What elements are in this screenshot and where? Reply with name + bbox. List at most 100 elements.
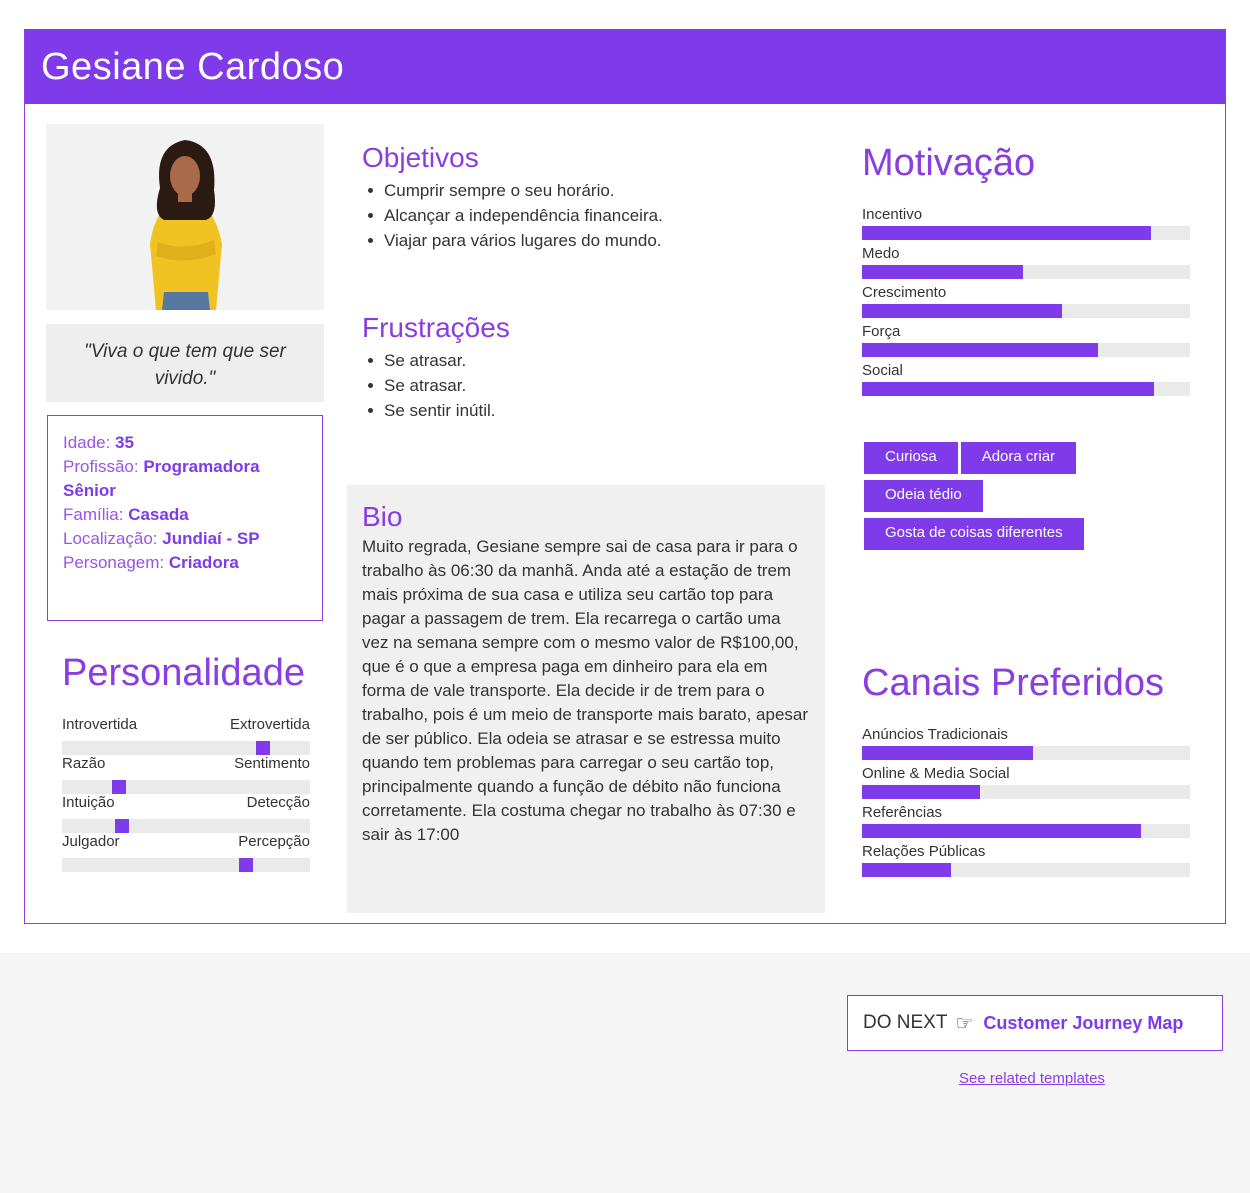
thumbs-up-icon: ☞ bbox=[955, 1012, 974, 1035]
info-age: Idade: 35 bbox=[63, 431, 307, 455]
motivation-bar: Medo bbox=[862, 245, 1190, 279]
list-item: Se atrasar. bbox=[362, 348, 496, 373]
info-archetype: Personagem: Criadora bbox=[63, 551, 307, 575]
bar-fill bbox=[862, 304, 1063, 318]
trait-left-label: Intuição bbox=[62, 794, 115, 811]
bar-label: Medo bbox=[862, 245, 900, 262]
portrait-image bbox=[46, 124, 324, 310]
persona-quote: "Viva o que tem que ser vivido." bbox=[46, 324, 324, 402]
bar-track bbox=[862, 746, 1190, 760]
info-family: Família: Casada bbox=[63, 503, 307, 527]
bar-label: Anúncios Tradicionais bbox=[862, 726, 1008, 743]
persona-info-box: Idade: 35 Profissão: Programadora Sênior… bbox=[47, 415, 323, 621]
bar-fill bbox=[862, 382, 1154, 396]
bar-track bbox=[862, 863, 1190, 877]
info-label: Idade: bbox=[63, 433, 111, 452]
bar-label: Referências bbox=[862, 804, 943, 821]
bar-fill bbox=[862, 863, 951, 877]
motivation-bar: Força bbox=[862, 323, 1190, 357]
bar-label: Incentivo bbox=[862, 206, 923, 223]
list-item: Cumprir sempre o seu horário. bbox=[362, 178, 663, 203]
info-label: Família: bbox=[63, 505, 124, 524]
related-templates-link[interactable]: See related templates bbox=[959, 1070, 1105, 1087]
goals-list: Cumprir sempre o seu horário. Alcançar a… bbox=[362, 178, 663, 253]
info-value: Jundiaí - SP bbox=[162, 529, 260, 548]
tag: Odeia tédio bbox=[864, 480, 983, 512]
motivation-bar: Social bbox=[862, 362, 1190, 396]
trait-left-label: Julgador bbox=[62, 833, 120, 850]
list-item: Se sentir inútil. bbox=[362, 398, 496, 423]
persona-name: Gesiane Cardoso bbox=[41, 46, 345, 88]
bar-fill bbox=[862, 226, 1151, 240]
customer-journey-map-link[interactable]: Customer Journey Map bbox=[983, 1013, 1183, 1034]
bar-label: Online & Media Social bbox=[862, 765, 1010, 782]
trait-track bbox=[62, 858, 310, 872]
trait-marker bbox=[112, 780, 127, 794]
tag: Curiosa bbox=[864, 442, 958, 474]
trait-right-label: Sentimento bbox=[234, 755, 310, 772]
bar-fill bbox=[862, 746, 1033, 760]
do-next-button[interactable]: DO NEXT ☞ Customer Journey Map bbox=[847, 995, 1223, 1051]
personality-title: Personalidade bbox=[62, 652, 305, 694]
channel-bar: Online & Media Social bbox=[862, 765, 1190, 799]
bio-title: Bio bbox=[362, 501, 403, 532]
channel-bar: Anúncios Tradicionais bbox=[862, 726, 1190, 760]
info-value: 35 bbox=[115, 433, 134, 452]
bar-fill bbox=[862, 265, 1023, 279]
list-item: Viajar para vários lugares do mundo. bbox=[362, 228, 663, 253]
bar-label: Crescimento bbox=[862, 284, 947, 301]
motivation-title: Motivação bbox=[862, 142, 1036, 184]
trait-left-label: Razão bbox=[62, 755, 106, 772]
info-value: Casada bbox=[128, 505, 189, 524]
trait-track bbox=[62, 741, 310, 755]
channel-bar: Relações Públicas bbox=[862, 843, 1190, 877]
trait-right-label: Extrovertida bbox=[229, 716, 310, 733]
persona-photo bbox=[46, 124, 324, 310]
goals-title: Objetivos bbox=[362, 142, 479, 173]
trait-row: Razão Sentimento bbox=[62, 755, 310, 794]
info-value: Criadora bbox=[168, 553, 239, 572]
bar-track bbox=[862, 343, 1190, 357]
info-label: Localização: bbox=[63, 529, 158, 548]
trait-row: Introvertida Extrovertida bbox=[62, 716, 310, 755]
bar-track bbox=[862, 824, 1190, 838]
bar-track bbox=[862, 226, 1190, 240]
bio-text: Muito regrada, Gesiane sempre sai de cas… bbox=[362, 537, 809, 844]
bar-track bbox=[862, 265, 1190, 279]
trait-row: Intuição Detecção bbox=[62, 794, 310, 833]
motivation-bar: Incentivo bbox=[862, 206, 1190, 240]
bar-fill bbox=[862, 824, 1141, 838]
trait-tags: Curiosa Adora criar Odeia tédio Gosta de … bbox=[864, 442, 1164, 556]
motivation-bar: Crescimento bbox=[862, 284, 1190, 318]
trait-right-label: Detecção bbox=[246, 794, 310, 811]
persona-header: Gesiane Cardoso bbox=[25, 30, 1225, 104]
bar-label: Relações Públicas bbox=[862, 843, 986, 860]
do-next-label: DO NEXT bbox=[863, 1012, 948, 1033]
trait-marker bbox=[238, 858, 253, 872]
trait-row: Julgador Percepção bbox=[62, 833, 310, 872]
bar-fill bbox=[862, 785, 981, 799]
bio-panel: Bio Muito regrada, Gesiane sempre sai de… bbox=[347, 485, 825, 913]
channel-bar: Referências bbox=[862, 804, 1190, 838]
list-item: Alcançar a independência financeira. bbox=[362, 203, 663, 228]
trait-left-label: Introvertida bbox=[62, 716, 138, 733]
trait-track bbox=[62, 819, 310, 833]
bar-fill bbox=[862, 343, 1099, 357]
trait-right-label: Percepção bbox=[238, 833, 310, 850]
info-label: Profissão: bbox=[63, 457, 139, 476]
trait-marker bbox=[114, 819, 129, 833]
channels-title: Canais Preferidos bbox=[862, 662, 1165, 704]
tag: Adora criar bbox=[960, 442, 1077, 474]
bar-track bbox=[862, 382, 1190, 396]
persona-card: Gesiane Cardoso "Viva o que tem que ser … bbox=[24, 29, 1226, 924]
tag: Gosta de coisas diferentes bbox=[864, 518, 1084, 550]
info-label: Personagem: bbox=[63, 553, 165, 572]
trait-track bbox=[62, 780, 310, 794]
bar-track bbox=[862, 304, 1190, 318]
frustrations-title: Frustrações bbox=[362, 312, 510, 343]
frustrations-list: Se atrasar. Se atrasar. Se sentir inútil… bbox=[362, 348, 496, 423]
trait-marker bbox=[255, 741, 270, 755]
list-item: Se atrasar. bbox=[362, 373, 496, 398]
bar-label: Força bbox=[862, 323, 901, 340]
bar-track bbox=[862, 785, 1190, 799]
